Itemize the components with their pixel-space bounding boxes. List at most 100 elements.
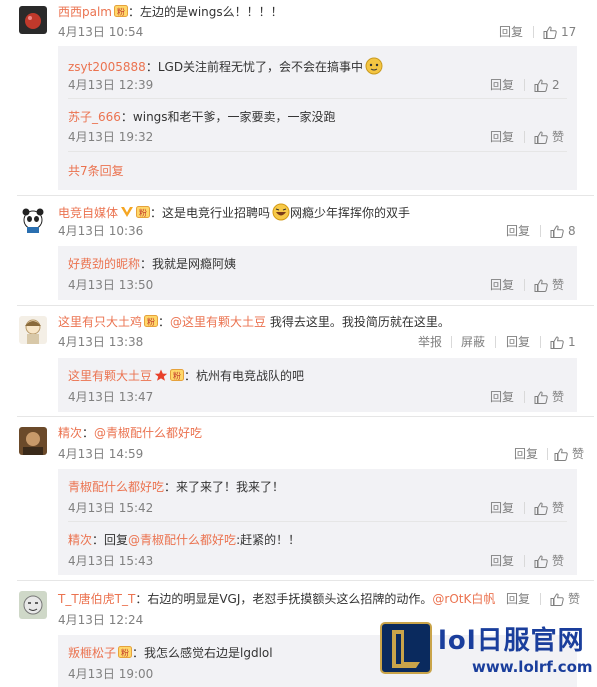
mention-link[interactable]: @rOtK白帆	[432, 592, 495, 606]
separator: ：	[145, 60, 158, 74]
report-button[interactable]: 举报	[418, 334, 442, 350]
like-button[interactable]: 赞	[554, 446, 584, 462]
reply-author[interactable]: 精次	[68, 533, 92, 547]
watermark: lol日服官网 www.lolrf.com	[380, 620, 597, 687]
reply-author[interactable]: 叛榧松子	[68, 646, 116, 660]
block-button[interactable]: 屏蔽	[461, 334, 485, 350]
separator: ：	[120, 110, 133, 124]
divider	[524, 555, 525, 567]
reply-box: 这里有颗大土豆 ：杭州有电竞战队的吧 4月13日 13:47 回复 赞	[58, 358, 577, 412]
like-button[interactable]: 赞	[534, 500, 564, 516]
reply-author[interactable]: 青椒配什么都好吃	[68, 480, 164, 494]
comment-author[interactable]: T_T唐伯虎T_T	[58, 592, 135, 606]
thumbs-up-icon	[534, 391, 548, 404]
reply-text: 我就是网瘾阿姨	[152, 257, 237, 271]
avatar[interactable]	[19, 316, 47, 344]
fan-badge-icon	[114, 5, 128, 17]
comment-text: 我得去这里。我投简历就在这里。	[266, 315, 450, 329]
watermark-title: lol日服官网	[438, 626, 585, 656]
reply-author[interactable]: 这里有颗大土豆	[68, 369, 152, 383]
comment: 西西palm ：左边的是wings么！！！！ 4月13日 10:54 回复 17 …	[0, 0, 597, 190]
reply-time: 4月13日 13:47	[68, 390, 154, 404]
divider	[524, 79, 525, 91]
reply-button[interactable]: 回复	[514, 446, 538, 462]
reply-button[interactable]: 回复	[490, 553, 514, 569]
divider	[524, 131, 525, 143]
comment-divider	[17, 305, 594, 306]
reply-button[interactable]: 回复	[490, 500, 514, 516]
like-count: 赞	[568, 592, 581, 606]
reply-time: 4月13日 19:32	[68, 130, 154, 144]
divider	[540, 225, 541, 237]
reply-box: 青椒配什么都好吃：来了来了！我来了！ 4月13日 15:42 回复 赞 精次：回…	[58, 469, 577, 575]
comment-author[interactable]: 西西palm	[58, 5, 112, 19]
reply-time: 4月13日 15:42	[68, 501, 154, 515]
like-button[interactable]: 赞	[550, 591, 580, 607]
reply-author[interactable]: 苏子_666	[68, 110, 121, 124]
like-button[interactable]: 17	[543, 24, 576, 40]
like-count: 2	[552, 78, 560, 92]
comment-time: 4月13日 12:24	[58, 613, 144, 627]
comment-text: 这是电竞行业招聘吗	[162, 206, 271, 220]
watermark-url: www.lolrf.com	[472, 658, 593, 676]
separator: ：	[135, 592, 148, 606]
divider	[540, 593, 541, 605]
divider	[524, 279, 525, 291]
reply-button[interactable]: 回复	[490, 129, 514, 145]
comment-author[interactable]: 这里有只大土鸡	[58, 315, 142, 329]
laughing-emoji-icon	[272, 203, 290, 221]
more-replies-link[interactable]: 共7条回复	[68, 163, 124, 179]
separator: ：	[132, 646, 145, 660]
separator: ：	[150, 206, 163, 220]
separator: ：	[128, 5, 141, 19]
reply-divider	[68, 151, 567, 152]
reply-button[interactable]: 回复	[506, 591, 530, 607]
mention-link[interactable]: @这里有颗大土豆	[170, 315, 266, 329]
like-button[interactable]: 赞	[534, 389, 564, 405]
reply-box: zsyt2005888：LGD关注前程无忧了，会不会在搞事中 4月13日 12:…	[58, 46, 577, 190]
separator: ：	[184, 369, 197, 383]
like-button[interactable]: 8	[550, 223, 576, 239]
reply-button[interactable]: 回复	[499, 24, 523, 40]
mention-link[interactable]: @青椒配什么都好吃	[128, 533, 236, 547]
like-button[interactable]: 2	[534, 77, 560, 93]
reply-divider	[68, 98, 567, 99]
like-count: 赞	[572, 447, 585, 461]
divider	[451, 336, 452, 348]
reply-button[interactable]: 回复	[490, 277, 514, 293]
avatar[interactable]	[19, 6, 47, 34]
comment-time: 4月13日 13:38	[58, 335, 144, 349]
fan-badge-icon	[144, 315, 158, 327]
like-button[interactable]: 1	[550, 334, 576, 350]
mention-link[interactable]: @青椒配什么都好吃	[94, 426, 202, 440]
league-logo-icon	[380, 622, 432, 674]
avatar[interactable]	[19, 427, 47, 455]
comment-author[interactable]: 精次	[58, 426, 82, 440]
like-button[interactable]: 赞	[534, 129, 564, 145]
like-button[interactable]: 赞	[534, 277, 564, 293]
avatar[interactable]	[19, 205, 47, 233]
like-count: 17	[561, 25, 577, 39]
comment-divider	[17, 195, 594, 196]
separator: ：	[92, 533, 105, 547]
reply-text: wings和老干爹，一家要卖，一家没跑	[132, 110, 336, 124]
avatar[interactable]	[19, 591, 47, 619]
divider	[547, 448, 548, 460]
reply-button[interactable]: 回复	[506, 334, 530, 350]
reply-author[interactable]: 好费劲的昵称	[68, 257, 140, 271]
reply-button[interactable]: 回复	[490, 77, 514, 93]
reply-time: 4月13日 15:43	[68, 554, 154, 568]
divider	[495, 336, 496, 348]
reply-button[interactable]: 回复	[490, 389, 514, 405]
comment-text: 右边的明显是VGJ，老怼手抚摸额头这么招牌的动作。	[147, 592, 433, 606]
reply-author[interactable]: zsyt2005888	[68, 60, 146, 74]
separator: ：	[140, 257, 153, 271]
thumbs-up-icon	[534, 131, 548, 144]
fan-badge-icon	[136, 206, 150, 218]
comment-text-continued: 网瘾少年挥挥你的双手	[290, 206, 411, 220]
comment-divider	[17, 580, 594, 581]
like-button[interactable]: 赞	[534, 553, 564, 569]
comment-author[interactable]: 电竞自媒体	[58, 206, 118, 220]
thumbs-up-icon	[554, 448, 568, 461]
reply-button[interactable]: 回复	[506, 223, 530, 239]
